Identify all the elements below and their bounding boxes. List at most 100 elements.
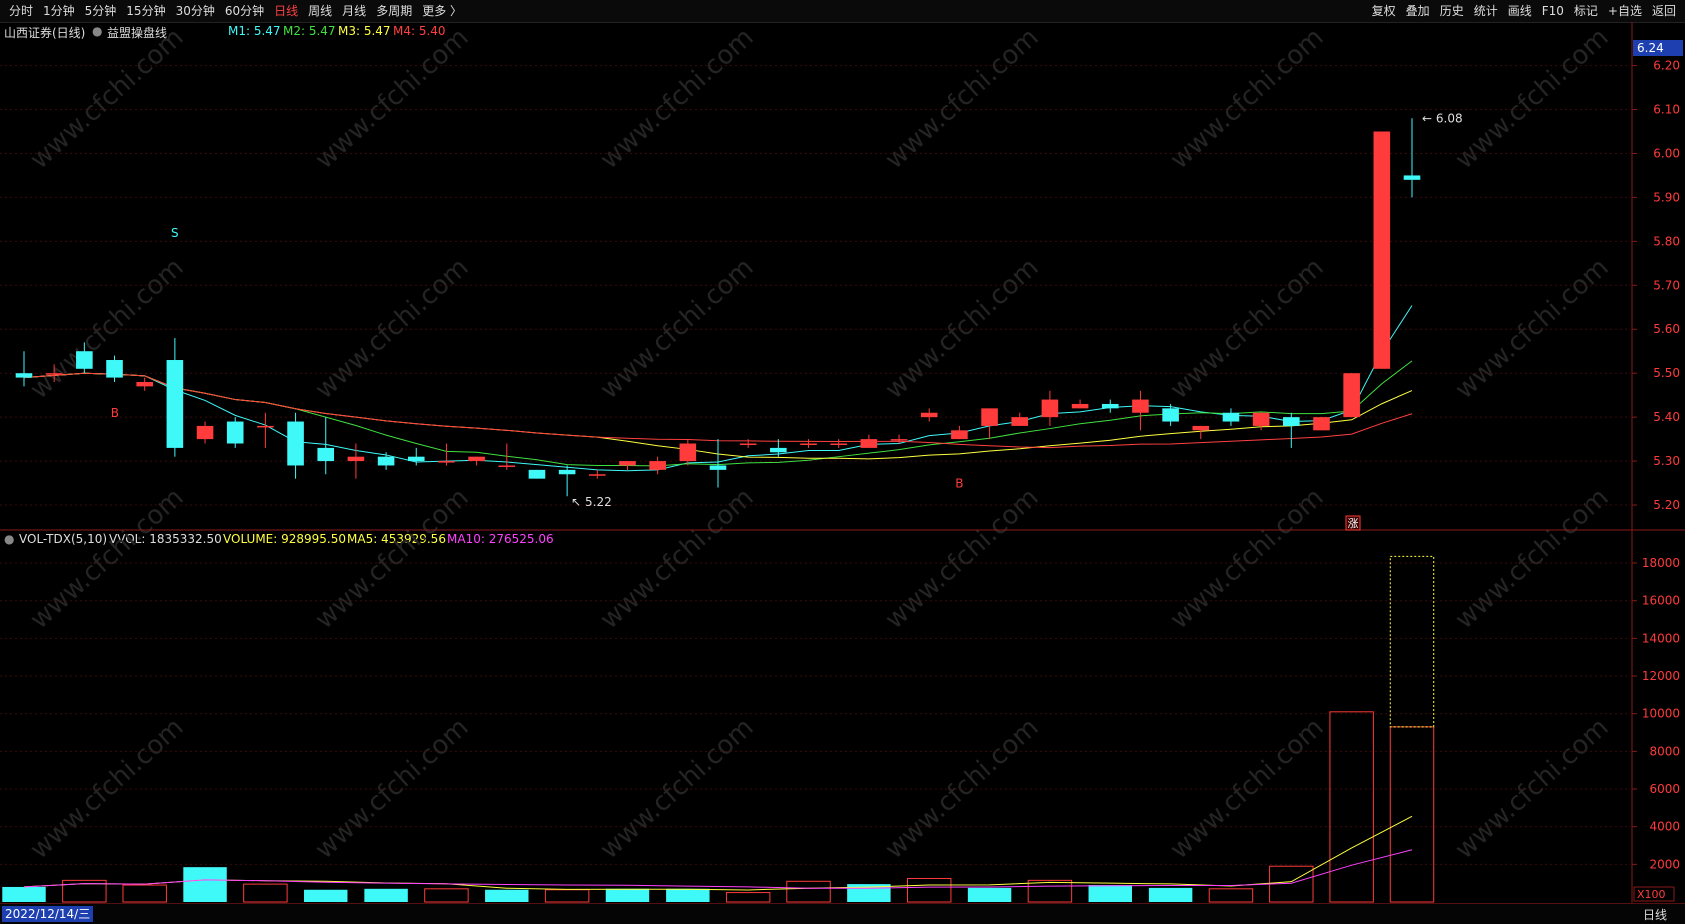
volume-indicator-name[interactable]: VOL-TDX(5,10) <box>19 532 107 546</box>
toolbar-action-1[interactable]: 叠加 <box>1401 2 1435 20</box>
period-tab-8[interactable]: 月线 <box>337 2 371 20</box>
candle-body-34 <box>1041 399 1059 418</box>
price-tick-label-1: 6.10 <box>1653 103 1680 117</box>
limit-up-label: 涨 <box>1348 517 1359 530</box>
candle-body-31 <box>951 430 968 440</box>
top-toolbar: 分时 1分钟 5分钟 15分钟 30分钟 60分钟 日线 周线 月线 多周期 更多 〉 复权 叠加 历史… <box>0 0 1685 23</box>
candle-body-11 <box>347 456 365 462</box>
volume-bar-8 <box>485 889 529 902</box>
volume-tick-label-1: 16000 <box>1642 594 1680 608</box>
toolbar-action-0[interactable]: 复权 <box>1367 2 1401 20</box>
volume-value: VOLUME: 928995.50 <box>223 532 346 546</box>
candle-body-25 <box>770 447 787 453</box>
period-tab-0[interactable]: 分时 <box>4 2 38 20</box>
candle-body-37 <box>1132 399 1149 413</box>
period-tab-6[interactable]: 日线 <box>269 2 303 20</box>
watermark-10: www.cfchi.com <box>1165 252 1330 405</box>
buy-signal-b-2: B <box>955 476 963 490</box>
watermark-layer: www.cfchi.com www.cfchi.com www.cfchi.com w… <box>25 22 1615 865</box>
period-label[interactable]: 日线 <box>1643 906 1667 923</box>
watermark-2: www.cfchi.com <box>595 22 760 175</box>
toolbar-action-2[interactable]: 历史 <box>1435 2 1469 20</box>
volume-bar-20 <box>1208 888 1254 903</box>
price-tick-label-2: 6.00 <box>1653 146 1680 160</box>
limit-up-badge <box>1345 515 1361 531</box>
cursor-date: 2022/12/14/三 <box>2 906 94 922</box>
period-tab-4[interactable]: 30分钟 <box>171 2 220 20</box>
volume-series <box>2 555 1435 903</box>
candle-body-15 <box>468 456 485 462</box>
toolbar-action-3[interactable]: 统计 <box>1469 2 1503 20</box>
volume-bar-23 <box>1389 726 1435 903</box>
candle-body-39 <box>1192 425 1210 431</box>
watermark-4: www.cfchi.com <box>1165 22 1330 175</box>
watermark-17: www.cfchi.com <box>1450 482 1615 635</box>
candle-body-26 <box>800 443 817 446</box>
watermark-8: www.cfchi.com <box>595 252 760 405</box>
candle-body-4 <box>136 381 153 387</box>
volume-tick-label-2: 14000 <box>1642 631 1680 645</box>
current-price-label: 6.24 <box>1637 41 1664 55</box>
buy-signal-b-1: B <box>111 406 119 420</box>
volume-bar-15 <box>906 877 952 903</box>
volume-bar-6 <box>364 888 408 902</box>
vvol-value: VVOL: 1835332.50 <box>109 532 222 546</box>
m3-line <box>23 372 1413 460</box>
price-tick-label-3: 5.90 <box>1653 190 1680 204</box>
candle-body-12 <box>377 456 395 466</box>
indicator-name[interactable]: 益盟操盘线 <box>107 24 167 41</box>
watermark-7: www.cfchi.com <box>310 252 475 405</box>
candle-body-28 <box>860 439 878 448</box>
watermark-15: www.cfchi.com <box>880 482 1045 635</box>
watermark-14: www.cfchi.com <box>595 482 760 635</box>
volume-bar-14 <box>847 884 891 902</box>
volume-toggle-icon[interactable]: ● <box>4 532 14 546</box>
toolbar-action-5[interactable]: F10 <box>1537 2 1569 20</box>
watermark-20: www.cfchi.com <box>595 712 760 865</box>
watermark-9: www.cfchi.com <box>880 252 1045 405</box>
volume-bar-19 <box>1148 887 1193 902</box>
price-tick-label-6: 5.60 <box>1653 322 1680 336</box>
period-tab-2[interactable]: 5分钟 <box>80 2 122 20</box>
candle-body-36 <box>1101 403 1119 409</box>
period-tab-3[interactable]: 15分钟 <box>121 2 170 20</box>
volume-tick-label-0: 18000 <box>1642 556 1680 570</box>
toolbar-action-7[interactable]: +自选 <box>1603 2 1647 20</box>
volume-bar-3 <box>183 867 227 902</box>
period-tab-5[interactable]: 60分钟 <box>220 2 269 20</box>
m1-value: M1: 5.47 <box>228 24 281 38</box>
candle-body-6 <box>196 425 214 440</box>
high-price-label: ← 6.08 <box>1422 111 1463 125</box>
chart-canvas[interactable]: www.cfchi.com www.cfchi.com www.cfchi.com w… <box>0 0 1685 903</box>
candle-body-1 <box>45 373 63 375</box>
watermark-3: www.cfchi.com <box>880 22 1045 175</box>
projected-volume-box <box>1389 555 1435 728</box>
indicator-toggle-icon[interactable]: ● <box>92 24 102 38</box>
price-tick-label-5: 5.70 <box>1653 278 1680 292</box>
period-tab-1[interactable]: 1分钟 <box>38 2 80 20</box>
ma5-value: MA5: 453929.56 <box>347 532 446 546</box>
candle-body-27 <box>830 443 847 446</box>
m4-line <box>23 372 1413 449</box>
period-tab-7[interactable]: 周线 <box>303 2 337 20</box>
toolbar-action-6[interactable]: 标记 <box>1569 2 1603 20</box>
watermark-21: www.cfchi.com <box>880 712 1045 865</box>
m2-line <box>23 360 1413 467</box>
watermark-16: www.cfchi.com <box>1165 482 1330 635</box>
toolbar-action-4[interactable]: 画线 <box>1503 2 1537 20</box>
candle-body-46 <box>1403 175 1421 180</box>
volume-tick-label-8: 2000 <box>1649 857 1680 871</box>
volume-bar-0 <box>2 886 46 902</box>
period-tab-9[interactable]: 多周期 <box>371 2 417 20</box>
toolbar-action-8[interactable]: 返回 <box>1647 2 1681 20</box>
volume-ma10-line <box>23 849 1413 889</box>
price-tick-label-9: 5.30 <box>1653 454 1680 468</box>
volume-tick-label-7: 4000 <box>1649 820 1680 834</box>
period-tab-10[interactable]: 更多 〉 <box>417 2 467 20</box>
volume-bar-9 <box>544 889 590 903</box>
candle-body-0 <box>15 373 33 378</box>
watermark-12: www.cfchi.com <box>25 482 190 635</box>
m1-line <box>23 305 1413 472</box>
axis-labels: 6.20 6.10 6.00 5.90 5.80 5.70 5.60 5.50 5.40 5.30… <box>1632 40 1683 902</box>
volume-bar-7 <box>424 888 469 903</box>
